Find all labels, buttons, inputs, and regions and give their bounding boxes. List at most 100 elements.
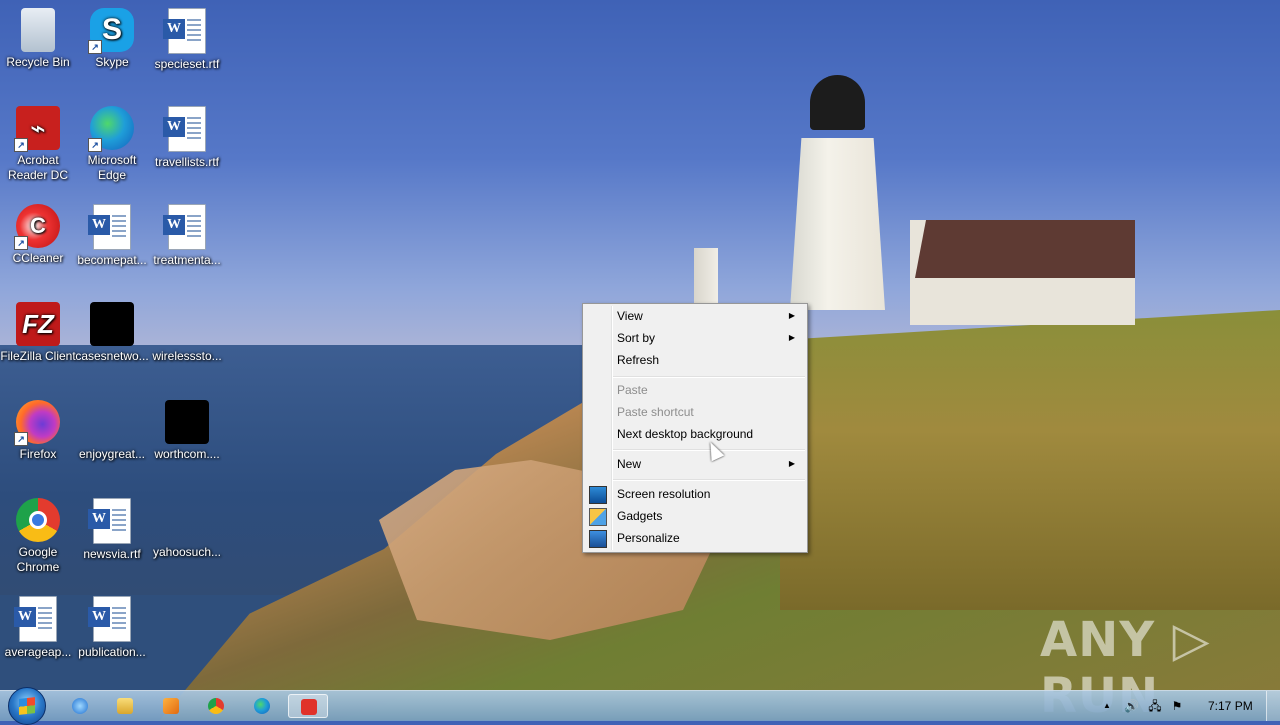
desktop-icon-filezilla[interactable]: FZ FileZilla Client [0,302,76,364]
menu-item-label: Gadgets [617,509,663,523]
desktop-icon-label: Microsoft Edge [87,153,137,182]
desktop-icon-treatmenta[interactable]: W treatmenta... [149,204,225,268]
taskbar-anyrun-app[interactable] [288,694,328,718]
gadgets-icon [589,508,607,526]
menu-item-gadgets[interactable]: Gadgets [585,506,805,526]
taskbar-clock[interactable]: 7:17 PM [1208,699,1253,713]
blank-file-icon [165,498,209,542]
redacted-file-icon [90,302,134,346]
word-document-icon: W [163,204,206,250]
volume-icon[interactable]: 🔊 [1124,699,1139,713]
menu-item-label: Paste [617,383,648,397]
menu-item-view[interactable]: View ▶ [585,306,805,326]
taskbar-chrome[interactable] [196,694,236,718]
desktop-icon-label: Skype [95,55,129,69]
show-hidden-icons-button[interactable]: ▲ [1100,699,1114,713]
word-document-icon: W [163,8,206,54]
desktop-icon-becomepat[interactable]: W becomepat... [74,204,150,268]
submenu-arrow-icon: ▶ [788,333,795,342]
blank-file-icon [165,302,209,346]
desktop-icon-specieset[interactable]: W specieset.rtf [149,8,225,72]
desktop-icon-label: Firefox [19,447,57,461]
desktop-icon-label: yahoosuch... [152,545,222,559]
word-document-icon: W [163,106,206,152]
desktop-icon-edge[interactable]: ↗ Microsoft Edge [74,106,150,183]
word-document-icon: W [88,596,131,642]
ccleaner-icon: C ↗ [14,204,60,250]
desktop-icon-label: FileZilla Client [0,349,76,363]
edge-icon: ↗ [88,106,134,152]
filezilla-icon: FZ [16,302,60,346]
desktop-icon-label: wirelesssto... [152,349,222,363]
desktop-icon-publication[interactable]: W publication... [74,596,150,660]
action-center-flag-icon[interactable]: ⚑ [1170,699,1184,713]
wallpaper-grass [780,310,1280,610]
desktop-icon-travellists[interactable]: W travellists.rtf [149,106,225,170]
desktop-icon-averageap[interactable]: W averageap... [0,596,76,660]
desktop-icon-newsvia[interactable]: W newsvia.rtf [74,498,150,562]
desktop-icon-label: Recycle Bin [6,55,70,69]
taskbar-internet-explorer[interactable] [60,694,100,718]
desktop-icon-label: travellists.rtf [154,155,219,169]
menu-item-personalize[interactable]: Personalize [585,528,805,548]
wallpaper-small-tower [694,248,718,308]
menu-item-label: View [617,309,643,323]
wallpaper-lighthouse-lamp [810,75,865,130]
taskbar-media-player[interactable] [151,694,191,718]
shortcut-arrow-icon: ↗ [14,236,28,250]
chrome-icon [208,698,224,714]
menu-item-label: Paste shortcut [617,405,694,419]
media-player-icon [163,698,179,714]
desktop-icon-worthcom[interactable]: worthcom.... [149,400,225,462]
desktop-icon-recycle-bin[interactable]: Recycle Bin [0,8,76,70]
desktop-icon-yahoosuch[interactable]: yahoosuch... [149,498,225,560]
desktop-icon-label: averageap... [4,645,72,659]
desktop-icon-label: worthcom.... [154,447,220,461]
shortcut-arrow-icon: ↗ [88,138,102,152]
desktop-icon-acrobat[interactable]: ⌁ ↗ Acrobat Reader DC [0,106,76,183]
skype-icon: S ↗ [88,8,134,54]
desktop-icon-label: specieset.rtf [154,57,220,71]
submenu-arrow-icon: ▶ [788,311,795,320]
taskbar: ▲ 🔊 🖧 ⚑ 7:17 PM [0,687,1280,725]
edge-icon [254,698,270,714]
desktop-icon-firefox[interactable]: ↗ Firefox [0,400,76,462]
anyrun-app-icon [301,699,317,715]
desktop-icon-wirelesssto[interactable]: wirelesssto... [149,302,225,364]
menu-item-screen-resolution[interactable]: Screen resolution [585,484,805,504]
menu-item-label: Sort by [617,331,656,345]
word-document-icon: W [88,204,131,250]
menu-item-next-desktop-background[interactable]: Next desktop background [585,424,805,444]
word-document-icon: W [14,596,57,642]
menu-separator [613,376,805,378]
recycle-bin-icon [21,8,55,52]
desktop-icon-chrome[interactable]: Google Chrome [0,498,76,575]
desktop-icon-enjoygreat[interactable]: enjoygreat... [74,400,150,462]
menu-item-paste-shortcut: Paste shortcut [585,402,805,422]
desktop-context-menu: View ▶ Sort by ▶ Refresh Paste Paste sho… [582,303,808,553]
menu-item-new[interactable]: New ▶ [585,454,805,474]
menu-item-label: Screen resolution [617,487,711,501]
menu-item-label: Personalize [617,531,680,545]
desktop-icon-label: enjoygreat... [78,447,146,461]
menu-item-sort-by[interactable]: Sort by ▶ [585,328,805,348]
start-button[interactable] [8,687,46,725]
desktop-icon-casesnetwo[interactable]: casesnetwo... [74,302,150,364]
menu-item-label: New [617,457,642,471]
desktop-icon-ccleaner[interactable]: C ↗ CCleaner [0,204,76,266]
taskbar-edge[interactable] [242,694,282,718]
desktop-icon-label: casesnetwo... [75,349,149,363]
desktop-icon-label: publication... [78,645,146,659]
menu-item-label: Refresh [617,353,660,367]
acrobat-icon: ⌁ ↗ [14,106,60,152]
shortcut-arrow-icon: ↗ [88,40,102,54]
submenu-arrow-icon: ▶ [788,459,795,468]
show-desktop-button[interactable] [1266,691,1280,721]
desktop-icon-label: treatmenta... [153,253,221,267]
menu-item-refresh[interactable]: Refresh [585,350,805,370]
network-icon[interactable]: 🖧 [1148,699,1162,713]
redacted-file-icon [165,400,209,444]
taskbar-file-explorer[interactable] [105,694,145,718]
desktop-icon-label: newsvia.rtf [83,547,141,561]
desktop-icon-skype[interactable]: S ↗ Skype [74,8,150,70]
